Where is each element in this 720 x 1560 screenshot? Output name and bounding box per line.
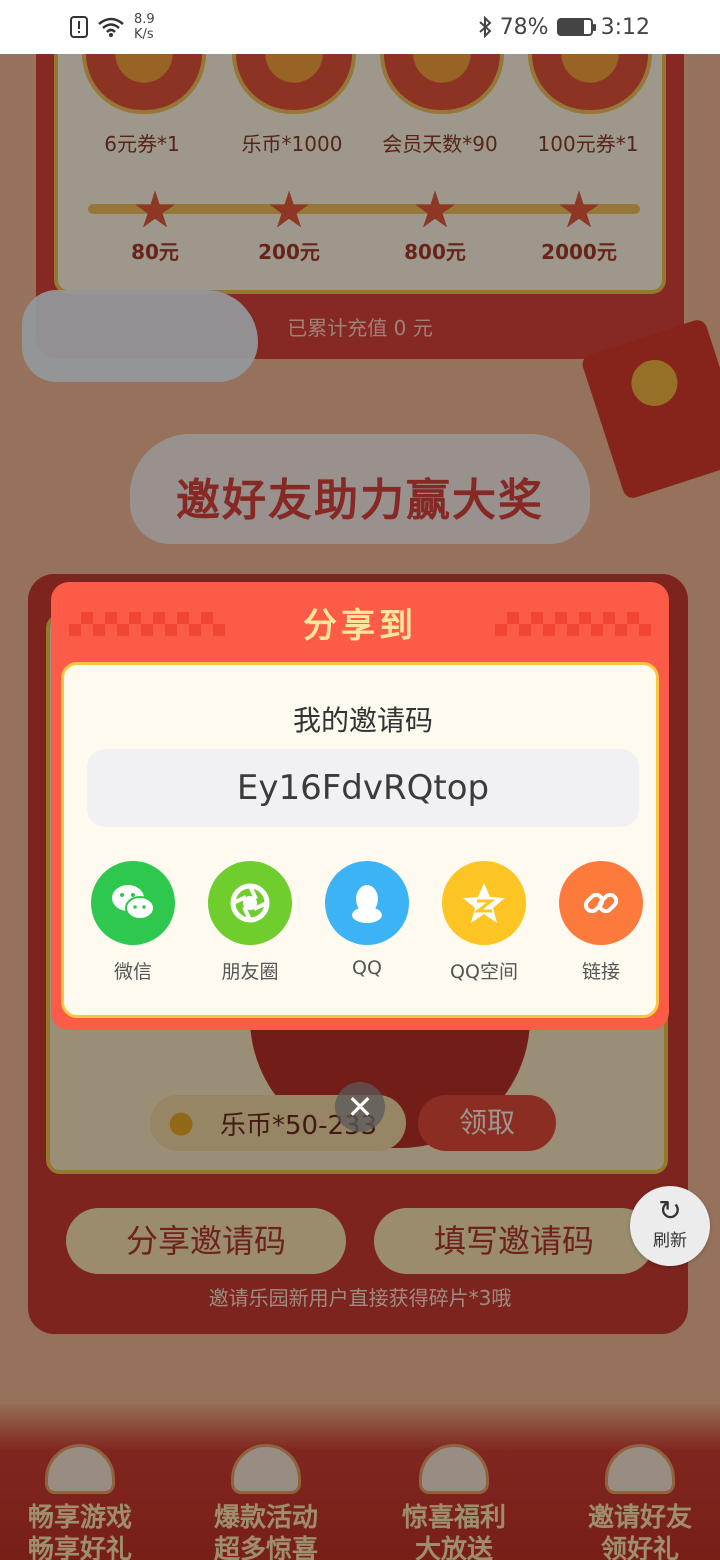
sim-alert-icon	[70, 16, 88, 38]
wechat-icon	[91, 861, 175, 945]
qq-icon	[325, 861, 409, 945]
dialog-body: 我的邀请码 Ey16FdvRQtop 微信 朋友圈 QQ QQ空间 链接	[61, 662, 659, 1018]
share-option-label: QQ	[352, 957, 382, 979]
moments-icon	[208, 861, 292, 945]
refresh-button[interactable]: ↻ 刷新	[630, 1186, 710, 1266]
share-option-label: QQ空间	[450, 961, 518, 983]
refresh-icon: ↻	[658, 1194, 682, 1227]
share-option-qzone[interactable]: QQ空间	[439, 861, 529, 984]
clock: 3:12	[600, 14, 650, 40]
share-option-label: 微信	[113, 961, 152, 983]
net-speed-unit: K/s	[134, 27, 154, 42]
wifi-icon	[98, 17, 124, 37]
battery-percent: 78%	[499, 14, 549, 40]
share-option-label: 朋友圈	[221, 961, 279, 983]
share-option-link[interactable]: 链接	[556, 861, 646, 984]
invite-code-field[interactable]: Ey16FdvRQtop	[87, 749, 639, 827]
network-speed: 8.9 K/s	[134, 12, 155, 42]
share-option-wechat[interactable]: 微信	[88, 861, 178, 984]
close-icon[interactable]: ✕	[335, 1082, 385, 1132]
status-bar: 8.9 K/s 78% 3:12	[0, 0, 720, 54]
dialog-title: 分享到	[303, 606, 417, 646]
bluetooth-icon	[479, 16, 492, 38]
share-option-label: 链接	[581, 961, 620, 983]
invite-code-label: 我的邀请码	[292, 704, 433, 737]
qzone-icon	[442, 861, 526, 945]
share-option-moments[interactable]: 朋友圈	[205, 861, 295, 984]
share-dialog: 分享到 我的邀请码 Ey16FdvRQtop 微信 朋友圈 QQ QQ空间 链接	[51, 582, 669, 1030]
net-speed-value: 8.9	[134, 12, 155, 27]
battery-icon	[556, 18, 596, 36]
link-icon	[559, 861, 643, 945]
share-option-qq[interactable]: QQ	[322, 861, 412, 979]
refresh-label: 刷新	[653, 1231, 687, 1251]
